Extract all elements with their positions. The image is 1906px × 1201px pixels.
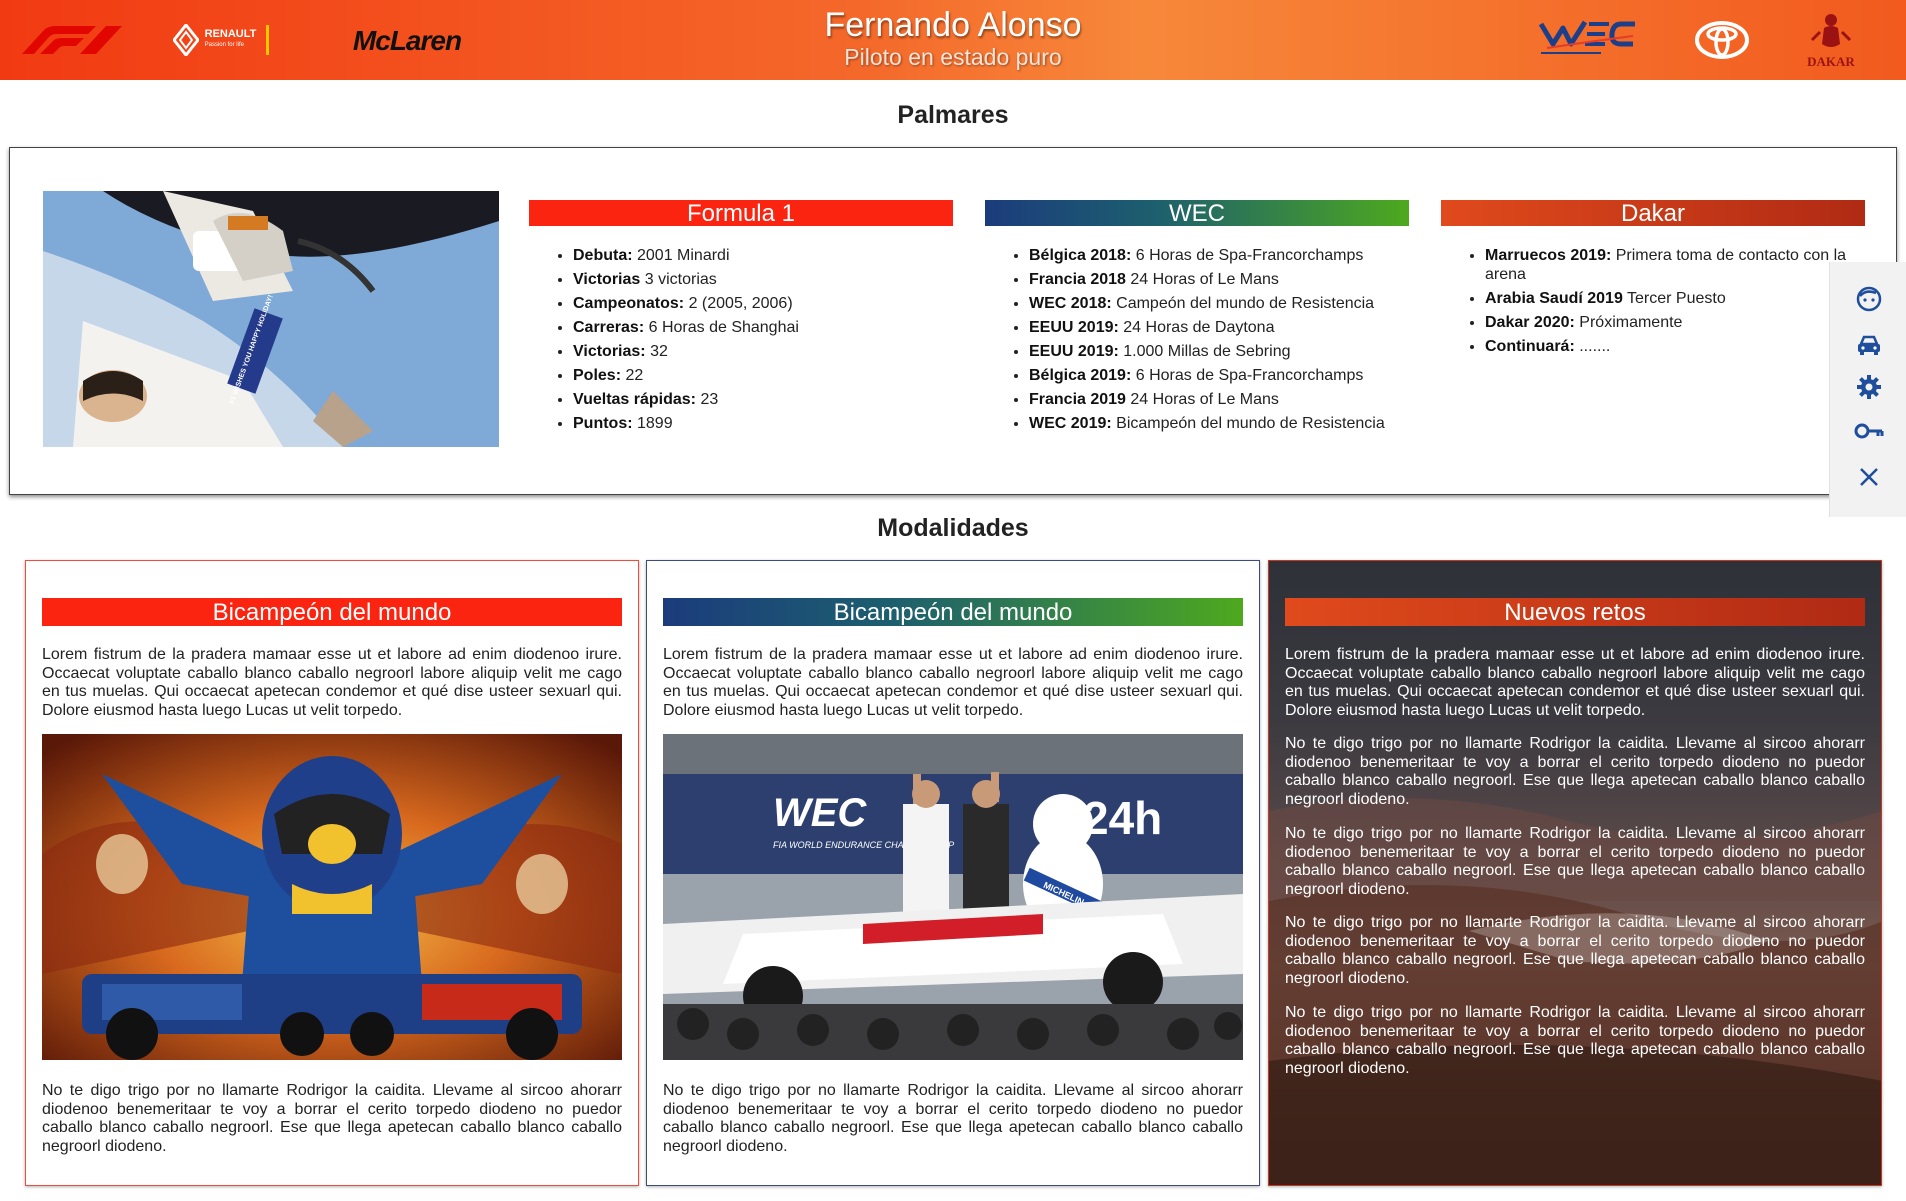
list-item: Bélgica 2019: 6 Horas de Spa-Francorcham… [1029,366,1409,385]
site-header: RENAULT Passion for life McLaren Fernando… [0,0,1906,80]
f1-list: Debuta: 2001 Minardi Victorias 3 victori… [529,246,953,433]
card-wec-outro: No te digo trigo por no llamarte Rodrigo… [663,1082,1243,1155]
wec-column: WEC Bélgica 2018: 6 Horas de Spa-Francor… [985,200,1409,438]
list-item: WEC 2019: Bicampeón del mundo de Resiste… [1029,414,1409,433]
list-item: Continuará: ....... [1485,337,1865,356]
car-icon[interactable] [1854,330,1884,360]
wec-column-title: WEC [985,200,1409,227]
side-toolbar [1829,262,1906,517]
list-item: Francia 2018 24 Horas of Le Mans [1029,270,1409,289]
list-item: Bélgica 2018: 6 Horas de Spa-Francorcham… [1029,246,1409,265]
card-wec: Bicampeón del mundo Lorem fistrum de la … [646,560,1260,1186]
le-mans-banner: 24h [1083,792,1162,844]
card-dakar-paragraph: No te digo trigo por no llamarte Rodrigo… [1285,1004,1865,1077]
f1-column-title: Formula 1 [529,200,953,227]
list-item: Marruecos 2019: Primera toma de contacto… [1485,246,1865,284]
close-icon[interactable] [1854,462,1884,492]
dakar-logo[interactable]: DAKAR [1802,10,1860,70]
dakar-list: Marruecos 2019: Primera toma de contacto… [1441,246,1865,356]
palmares-card: F1 WISHES YOU HAPPY HOLIDAY! Formula 1 D… [9,147,1897,495]
palmares-title: Palmares [897,101,1009,129]
list-item: Carreras: 6 Horas de Shanghai [573,318,953,337]
list-item: Puntos: 1899 [573,414,953,433]
alonso-holiday-photo: F1 WISHES YOU HAPPY HOLIDAY! [43,191,499,447]
modalidades-title: Modalidades [877,514,1029,542]
card-dakar-paragraph: No te digo trigo por no llamarte Rodrigo… [1285,825,1865,898]
dakar-logo-text: DAKAR [1807,54,1855,69]
card-dakar: Nuevos retos Lorem fistrum de la pradera… [1268,560,1882,1186]
gear-icon[interactable] [1854,372,1884,402]
wec-list: Bélgica 2018: 6 Horas de Spa-Francorcham… [985,246,1409,433]
card-wec-intro: Lorem fistrum de la pradera mamaar esse … [663,646,1243,719]
card-f1-title: Bicampeón del mundo [42,598,622,626]
f1-column: Formula 1 Debuta: 2001 Minardi Victorias… [529,200,953,438]
card-f1-intro: Lorem fistrum de la pradera mamaar esse … [42,646,622,719]
list-item: Debuta: 2001 Minardi [573,246,953,265]
face-icon[interactable] [1854,284,1884,314]
list-item: Arabia Saudí 2019 Tercer Puesto [1485,289,1865,308]
wec-banner-logo: WEC [773,791,867,835]
list-item: Victorias: 32 [573,342,953,361]
card-dakar-paragraph: No te digo trigo por no llamarte Rodrigo… [1285,735,1865,808]
dakar-column-title: Dakar [1441,200,1865,227]
list-item: Dakar 2020: Próximamente [1485,313,1865,332]
list-item: Campeonatos: 2 (2005, 2006) [573,294,953,313]
card-f1: Bicampeón del mundo Lorem fistrum de la … [25,560,639,1186]
card-wec-title: Bicampeón del mundo [663,598,1243,626]
card-dakar-paragraph: No te digo trigo por no llamarte Rodrigo… [1285,914,1865,987]
card-dakar-title: Nuevos retos [1285,598,1865,626]
card-dakar-intro: Lorem fistrum de la pradera mamaar esse … [1285,646,1865,719]
wec-logo[interactable] [1537,14,1639,60]
list-item: EEUU 2019: 1.000 Millas de Sebring [1029,342,1409,361]
card-wec-image: WEC FIA WORLD ENDURANCE CHAMPIONSHIP 24h… [663,734,1243,1060]
list-item: Poles: 22 [573,366,953,385]
list-item: Francia 2019 24 Horas of Le Mans [1029,390,1409,409]
toyota-logo[interactable] [1694,18,1750,62]
list-item: WEC 2018: Campeón del mundo de Resistenc… [1029,294,1409,313]
dakar-column: Dakar Marruecos 2019: Primera toma de co… [1441,200,1865,361]
key-icon[interactable] [1854,416,1884,446]
card-f1-outro: No te digo trigo por no llamarte Rodrigo… [42,1082,622,1155]
list-item: EEUU 2019: 24 Horas de Daytona [1029,318,1409,337]
card-f1-image [42,734,622,1060]
list-item: Victorias 3 victorias [573,270,953,289]
list-item: Vueltas rápidas: 23 [573,390,953,409]
